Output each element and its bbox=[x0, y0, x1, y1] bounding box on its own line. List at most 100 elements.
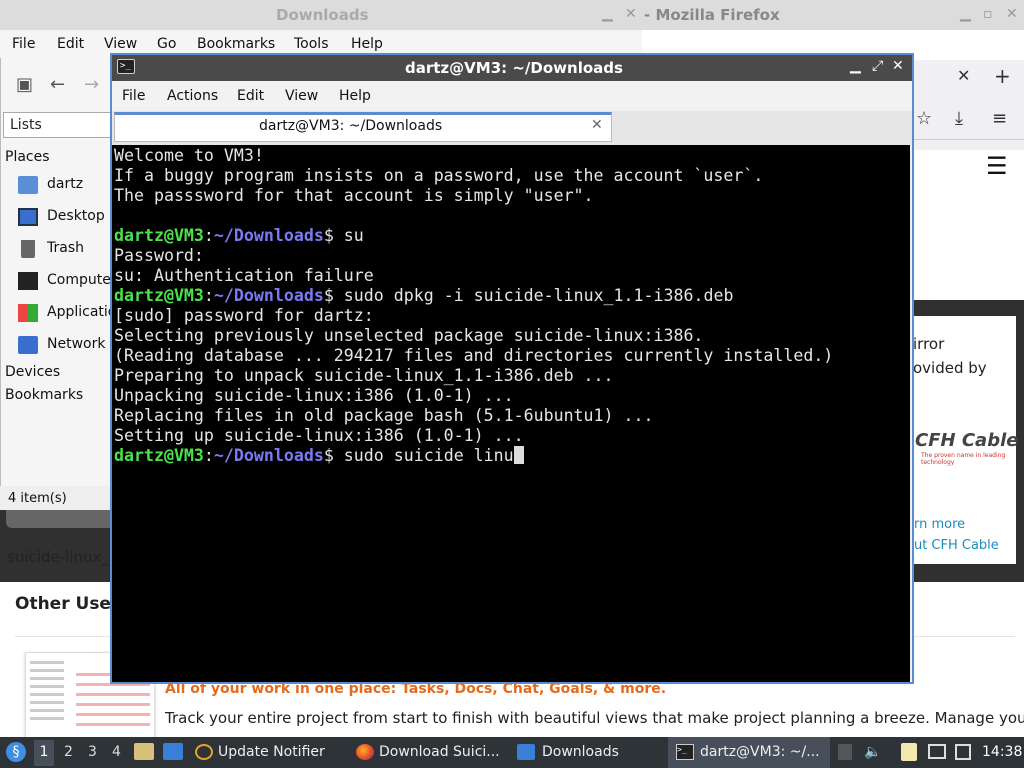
sidebar-item-network[interactable]: Network bbox=[0, 331, 112, 361]
firefox-close-icon[interactable]: ✕ bbox=[1006, 6, 1018, 22]
firefox-title-left: Downloads bbox=[276, 6, 369, 24]
terminal-line: Setting up suicide-linux:i386 (1.0-1) ..… bbox=[114, 426, 524, 445]
terminal-line: dartz@VM3:~/Downloads$ sudo suicide linu bbox=[114, 446, 833, 466]
terminal-tab-label: dartz@VM3: ~/Downloads bbox=[259, 118, 443, 134]
fm-menu-help[interactable]: Help bbox=[351, 36, 383, 52]
bookmark-star-icon[interactable]: ☆ bbox=[916, 108, 932, 129]
item-count: 4 item(s) bbox=[8, 491, 67, 506]
applications-icon bbox=[18, 304, 38, 322]
firefox-minimize-icon[interactable]: ▁ bbox=[960, 6, 971, 22]
firefox-menu-icon[interactable]: ≡ bbox=[992, 108, 1007, 129]
firefox-icon bbox=[356, 744, 374, 760]
site-nav-menu-icon[interactable]: ☰ bbox=[986, 152, 1008, 180]
task-update-notifier[interactable]: Update Notifier bbox=[190, 737, 350, 768]
task-firefox[interactable]: Download Suici... bbox=[352, 737, 510, 768]
workspace-4[interactable]: 4 bbox=[112, 744, 121, 760]
terminal-minimize-icon[interactable]: ▁ bbox=[850, 58, 861, 74]
terminal-line: dartz@VM3:~/Downloads$ sudo dpkg -i suic… bbox=[114, 286, 734, 305]
mirror-text: irror ovided by bbox=[913, 335, 987, 377]
sidebar-item-applications[interactable]: Applicatio bbox=[0, 299, 116, 329]
terminal-line: The passsword for that account is simply… bbox=[114, 186, 594, 205]
cfh-tagline: The proven name in leading technology bbox=[921, 452, 1006, 466]
desktop-icon bbox=[18, 208, 38, 226]
sidebar-mode-select[interactable]: Lists bbox=[3, 112, 112, 138]
terminal-menubar bbox=[112, 81, 912, 111]
firefox-tab-close-icon[interactable]: ✕ bbox=[957, 66, 970, 85]
terminal-line: Welcome to VM3! bbox=[114, 146, 264, 165]
fm-menu-file[interactable]: File bbox=[12, 36, 35, 52]
firefox-title-right: - Mozilla Firefox bbox=[644, 6, 780, 24]
learn-more-links[interactable]: arn more out CFH Cable bbox=[906, 514, 999, 556]
network-icon bbox=[18, 336, 38, 354]
desktop-switch-icon[interactable] bbox=[163, 743, 183, 760]
workspace-3[interactable]: 3 bbox=[88, 744, 97, 760]
devices-heading: Devices bbox=[5, 364, 61, 380]
terminal-line: If a buggy program insists on a password… bbox=[114, 166, 764, 185]
firefox-titlebar bbox=[0, 0, 1024, 30]
terminal-cursor bbox=[513, 446, 524, 464]
terminal-line: Unpacking suicide-linux:i386 (1.0-1) ... bbox=[114, 386, 514, 405]
display-icon[interactable] bbox=[928, 744, 946, 759]
computer-icon bbox=[18, 272, 38, 290]
terminal-line: su: Authentication failure bbox=[114, 266, 374, 285]
app-menu-icon[interactable]: § bbox=[6, 742, 26, 762]
firefox-maximize-icon[interactable]: ▫ bbox=[983, 6, 993, 22]
fm-menu-view[interactable]: View bbox=[104, 36, 137, 52]
terminal-line: (Reading database ... 294217 files and d… bbox=[114, 346, 834, 365]
back-arrow-icon[interactable]: ← bbox=[50, 74, 65, 95]
sidebar-item-desktop[interactable]: Desktop bbox=[0, 203, 112, 233]
clipboard-icon[interactable] bbox=[901, 743, 917, 761]
term-menu-actions[interactable]: Actions bbox=[167, 88, 218, 104]
terminal-tab-close-icon[interactable]: ✕ bbox=[591, 117, 603, 133]
terminal-maximize-icon[interactable]: ⤢ bbox=[872, 58, 883, 74]
clock[interactable]: 14:38 bbox=[982, 744, 1022, 760]
download-filename: suicide-linux_1 bbox=[7, 548, 119, 566]
sidebar-item-trash[interactable]: Trash bbox=[0, 235, 112, 265]
sidebar-item-home[interactable]: dartz bbox=[0, 171, 112, 201]
network-tray-icon[interactable] bbox=[955, 744, 971, 760]
fm-scrollbar[interactable] bbox=[6, 510, 112, 528]
term-menu-edit[interactable]: Edit bbox=[237, 88, 264, 104]
trash-icon bbox=[21, 240, 35, 258]
volume-icon[interactable]: 🔈 bbox=[864, 744, 881, 760]
ad-body-text: Track your entire project from start to … bbox=[165, 709, 1024, 727]
term-menu-file[interactable]: File bbox=[122, 88, 145, 104]
terminal-output[interactable]: Welcome to VM3! If a buggy program insist… bbox=[114, 146, 833, 466]
fm-menu-edit[interactable]: Edit bbox=[57, 36, 84, 52]
fm-menu-go[interactable]: Go bbox=[157, 36, 176, 52]
workspace-1[interactable]: 1 bbox=[34, 740, 54, 766]
workspace-2[interactable]: 2 bbox=[64, 744, 73, 760]
terminal-title: dartz@VM3: ~/Downloads bbox=[405, 59, 623, 77]
tray-scroll-icon[interactable] bbox=[838, 744, 852, 760]
terminal-task-icon: >_ bbox=[676, 744, 694, 760]
fm-minimize-icon[interactable]: ▁ bbox=[602, 6, 613, 22]
folder-icon bbox=[517, 744, 535, 760]
update-notifier-icon bbox=[195, 744, 213, 760]
terminal-line: Preparing to unpack suicide-linux_1.1-i3… bbox=[114, 366, 614, 385]
terminal-icon: >_ bbox=[117, 59, 135, 74]
terminal-line: dartz@VM3:~/Downloads$ su bbox=[114, 226, 364, 245]
places-heading: Places bbox=[5, 149, 50, 165]
fm-menu-tools[interactable]: Tools bbox=[294, 36, 329, 52]
fm-menu-bookmarks[interactable]: Bookmarks bbox=[197, 36, 275, 52]
fm-statusbar: 4 item(s) bbox=[0, 486, 112, 510]
sidebar-item-computer[interactable]: Compute bbox=[0, 267, 112, 297]
task-terminal[interactable]: >_ dartz@VM3: ~/... bbox=[668, 737, 830, 768]
forward-arrow-icon[interactable]: → bbox=[84, 74, 99, 95]
cfh-cable-logo: CFH Cable bbox=[915, 430, 1019, 451]
new-window-icon[interactable]: ▣ bbox=[16, 74, 33, 95]
terminal-line: Replacing files in old package bash (5.1… bbox=[114, 406, 654, 425]
bookmarks-heading: Bookmarks bbox=[5, 387, 84, 403]
firefox-new-tab-icon[interactable]: + bbox=[994, 64, 1011, 88]
term-menu-view[interactable]: View bbox=[285, 88, 318, 104]
downloads-icon[interactable]: ⤓ bbox=[955, 108, 963, 129]
terminal-line: Selecting previously unselected package … bbox=[114, 326, 704, 345]
terminal-line: [sudo] password for dartz: bbox=[114, 306, 374, 325]
show-desktop-icon[interactable] bbox=[134, 743, 154, 760]
fm-close-icon[interactable]: ✕ bbox=[625, 6, 637, 22]
task-downloads[interactable]: Downloads bbox=[512, 737, 662, 768]
term-menu-help[interactable]: Help bbox=[339, 88, 371, 104]
terminal-close-icon[interactable]: ✕ bbox=[892, 58, 904, 74]
home-folder-icon bbox=[18, 176, 38, 194]
